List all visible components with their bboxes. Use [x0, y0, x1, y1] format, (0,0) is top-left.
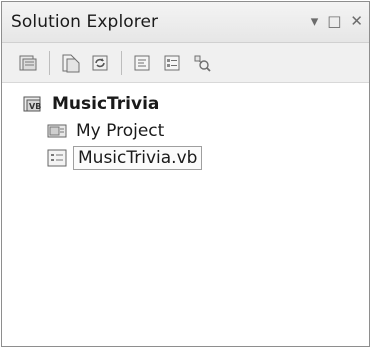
refresh-button[interactable] [88, 51, 112, 75]
my-project-label: My Project [76, 121, 165, 141]
code-file-icon [47, 149, 67, 167]
tree-node-my-project[interactable]: My Project [46, 119, 164, 143]
project-label: MusicTrivia [52, 94, 160, 114]
solution-tree: VB MusicTrivia My Project MusicTrivia.vb [2, 84, 369, 346]
properties-icon [19, 55, 37, 70]
my-project-icon [47, 124, 67, 138]
vb-project-icon: VB [23, 96, 41, 112]
view-code-button[interactable] [130, 51, 154, 75]
solution-explorer-panel: Solution Explorer ▾ □ ✕ VB MusicTrivia M… [1, 1, 370, 347]
view-designer-button[interactable] [160, 51, 184, 75]
toolbar-separator [49, 50, 50, 75]
dropdown-menu-button[interactable]: ▾ [311, 12, 319, 30]
show-all-files-button[interactable] [58, 51, 82, 75]
close-button[interactable]: ✕ [350, 12, 363, 30]
refresh-icon [92, 55, 108, 70]
view-designer-icon [164, 55, 180, 70]
svg-text:VB: VB [29, 102, 41, 111]
class-diagram-button[interactable] [190, 51, 214, 75]
toolbar [2, 43, 369, 83]
maximize-button[interactable]: □ [327, 12, 341, 30]
tree-node-project[interactable]: VB MusicTrivia [22, 92, 159, 116]
panel-title: Solution Explorer [11, 12, 159, 32]
properties-button[interactable] [16, 51, 40, 75]
class-diagram-icon [194, 55, 211, 72]
tree-node-musictrivia-vb[interactable]: MusicTrivia.vb [46, 146, 203, 170]
title-bar: Solution Explorer ▾ □ ✕ [2, 2, 369, 43]
toolbar-separator [121, 50, 122, 75]
show-all-files-icon [62, 54, 80, 72]
view-code-icon [134, 55, 150, 70]
musictrivia-vb-label: MusicTrivia.vb [73, 146, 203, 170]
window-controls: ▾ □ ✕ [311, 12, 363, 30]
